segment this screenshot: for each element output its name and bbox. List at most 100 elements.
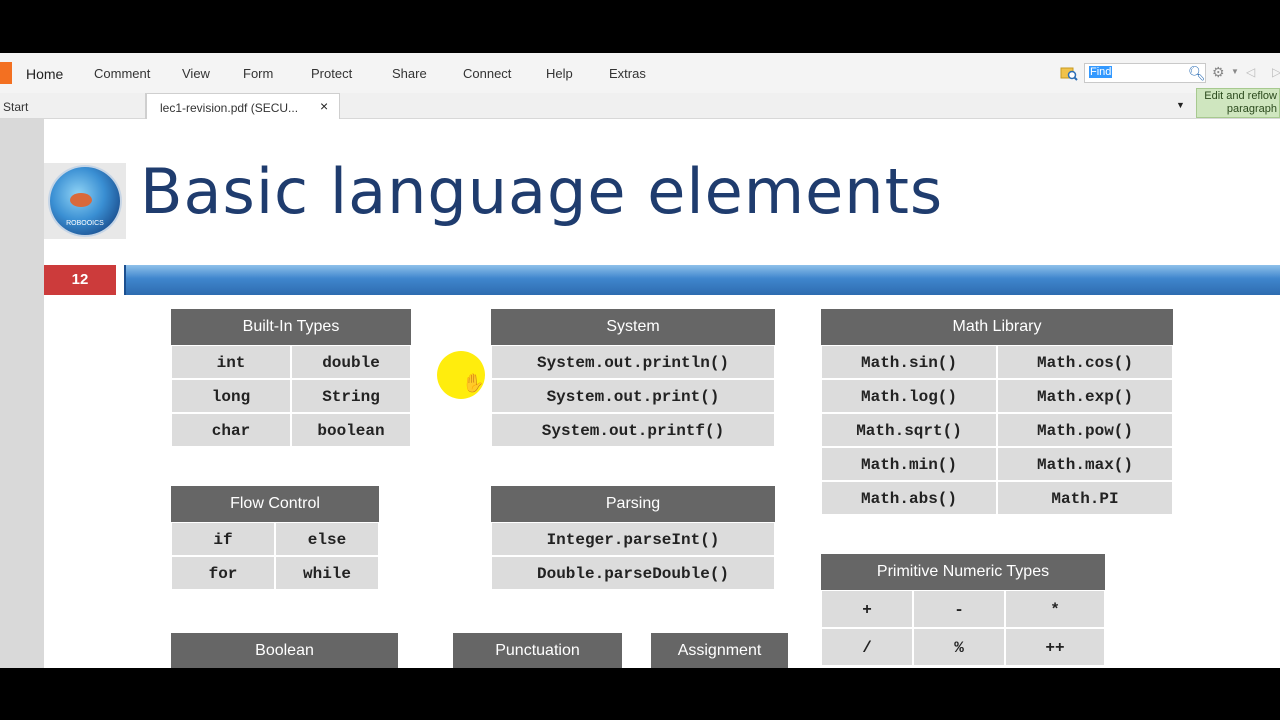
menu-help[interactable]: Help bbox=[546, 66, 573, 81]
menu-comment[interactable]: Comment bbox=[94, 66, 150, 81]
close-icon[interactable]: × bbox=[320, 98, 328, 114]
table-row: + - * bbox=[821, 590, 1105, 628]
tab-start[interactable]: Start bbox=[0, 93, 146, 119]
table-boolean: Boolean bbox=[171, 633, 398, 668]
table-cell: Math.pow() bbox=[997, 413, 1173, 447]
edit-reflow-button[interactable]: Edit and reflow paragraph bbox=[1196, 88, 1280, 118]
nav-back-icon[interactable]: ◁ bbox=[1246, 65, 1255, 79]
ribbon-menu-bar: Home Comment View Form Protect Share Con… bbox=[0, 53, 1280, 93]
table-cell: Math.PI bbox=[997, 481, 1173, 515]
tab-list-chevron-icon[interactable]: ▼ bbox=[1176, 100, 1185, 110]
slide-number: 12 bbox=[44, 265, 116, 295]
menu-home[interactable]: Home bbox=[26, 66, 63, 82]
pdf-page: ROBOOICS Basic language elements 12 Buil… bbox=[44, 119, 1280, 668]
gear-icon[interactable]: ⚙ bbox=[1212, 64, 1225, 81]
menu-form[interactable]: Form bbox=[243, 66, 273, 81]
course-logo: ROBOOICS bbox=[44, 163, 126, 239]
table-header: Boolean bbox=[171, 633, 398, 668]
table-cell: - bbox=[913, 590, 1005, 628]
table-row: System.out.println() bbox=[491, 345, 775, 379]
table-flow-control: Flow Control if else for while bbox=[171, 486, 379, 590]
table-cell: System.out.println() bbox=[491, 345, 775, 379]
table-cell: Double.parseDouble() bbox=[491, 556, 775, 590]
table-punctuation: Punctuation bbox=[453, 633, 622, 668]
table-assignment: Assignment bbox=[651, 633, 788, 668]
chevron-down-icon[interactable]: ▼ bbox=[1231, 67, 1239, 76]
hand-cursor-icon: ✋ bbox=[462, 373, 485, 393]
table-cell: Integer.parseInt() bbox=[491, 522, 775, 556]
table-row: System.out.printf() bbox=[491, 413, 775, 447]
document-tab-bar: Start lec1-revision.pdf (SECU... × ▼ bbox=[0, 93, 1280, 119]
table-row: Double.parseDouble() bbox=[491, 556, 775, 590]
table-header: Flow Control bbox=[171, 486, 379, 522]
table-system: System System.out.println() System.out.p… bbox=[491, 309, 775, 447]
pdf-viewer-window: Home Comment View Form Protect Share Con… bbox=[0, 53, 1280, 668]
table-row: / % ++ bbox=[821, 628, 1105, 666]
table-cell: double bbox=[291, 345, 411, 379]
table-builtin-types: Built-In Types int double long String ch… bbox=[171, 309, 411, 447]
table-header: Parsing bbox=[491, 486, 775, 522]
slide-title: Basic language elements bbox=[140, 155, 944, 228]
table-cell: ++ bbox=[1005, 628, 1105, 666]
reflow-label-2: paragraph bbox=[1226, 103, 1277, 115]
table-row: long String bbox=[171, 379, 411, 413]
table-cell: * bbox=[1005, 590, 1105, 628]
table-cell: / bbox=[821, 628, 913, 666]
table-cell: String bbox=[291, 379, 411, 413]
table-cell: Math.log() bbox=[821, 379, 997, 413]
table-row: Math.abs() Math.PI bbox=[821, 481, 1173, 515]
table-cell: Math.sqrt() bbox=[821, 413, 997, 447]
table-cell: Math.cos() bbox=[997, 345, 1173, 379]
table-header: Built-In Types bbox=[171, 309, 411, 345]
find-input-value: Find bbox=[1089, 66, 1113, 78]
reflow-label-1: Edit and reflow bbox=[1204, 90, 1277, 102]
title-divider-bar bbox=[124, 265, 1280, 295]
table-cell: + bbox=[821, 590, 913, 628]
table-cell: char bbox=[171, 413, 291, 447]
menu-connect[interactable]: Connect bbox=[463, 66, 511, 81]
table-cell: Math.abs() bbox=[821, 481, 997, 515]
tab-document[interactable]: lec1-revision.pdf (SECU... bbox=[146, 93, 340, 119]
menu-view[interactable]: View bbox=[182, 66, 210, 81]
table-row: Math.log() Math.exp() bbox=[821, 379, 1173, 413]
table-cell: int bbox=[171, 345, 291, 379]
table-header: Punctuation bbox=[453, 633, 622, 668]
table-row: Integer.parseInt() bbox=[491, 522, 775, 556]
menu-protect[interactable]: Protect bbox=[311, 66, 352, 81]
table-parsing: Parsing Integer.parseInt() Double.parseD… bbox=[491, 486, 775, 590]
table-row: Math.sqrt() Math.pow() bbox=[821, 413, 1173, 447]
table-cell: Math.sin() bbox=[821, 345, 997, 379]
table-cell: if bbox=[171, 522, 275, 556]
app-orange-tab[interactable] bbox=[0, 62, 12, 84]
table-cell: System.out.printf() bbox=[491, 413, 775, 447]
table-cell: % bbox=[913, 628, 1005, 666]
table-header: Math Library bbox=[821, 309, 1173, 345]
menu-share[interactable]: Share bbox=[392, 66, 427, 81]
table-row: Math.sin() Math.cos() bbox=[821, 345, 1173, 379]
find-folder-icon[interactable] bbox=[1060, 65, 1078, 81]
table-row: int double bbox=[171, 345, 411, 379]
table-cell: Math.exp() bbox=[997, 379, 1173, 413]
left-panel bbox=[0, 119, 44, 668]
letterbox-bottom bbox=[0, 668, 1280, 720]
nav-forward-icon[interactable]: ▷ bbox=[1272, 65, 1280, 79]
table-header: Primitive Numeric Types bbox=[821, 554, 1105, 590]
table-cell: Math.min() bbox=[821, 447, 997, 481]
search-icon[interactable]: 🔍︎ bbox=[1188, 65, 1206, 82]
logo-text: ROBOOICS bbox=[66, 220, 104, 227]
logo-badge bbox=[70, 193, 92, 207]
table-header: System bbox=[491, 309, 775, 345]
table-row: char boolean bbox=[171, 413, 411, 447]
table-row: if else bbox=[171, 522, 379, 556]
table-primitive-numeric-types: Primitive Numeric Types + - * / % ++ bbox=[821, 554, 1105, 666]
table-header: Assignment bbox=[651, 633, 788, 668]
table-cell: Math.max() bbox=[997, 447, 1173, 481]
table-cell: boolean bbox=[291, 413, 411, 447]
table-math-library: Math Library Math.sin() Math.cos() Math.… bbox=[821, 309, 1173, 515]
table-cell: long bbox=[171, 379, 291, 413]
table-row: System.out.print() bbox=[491, 379, 775, 413]
table-cell: while bbox=[275, 556, 379, 590]
tab-document-label: lec1-revision.pdf (SECU... bbox=[160, 101, 299, 115]
menu-extras[interactable]: Extras bbox=[609, 66, 646, 81]
table-cell: for bbox=[171, 556, 275, 590]
